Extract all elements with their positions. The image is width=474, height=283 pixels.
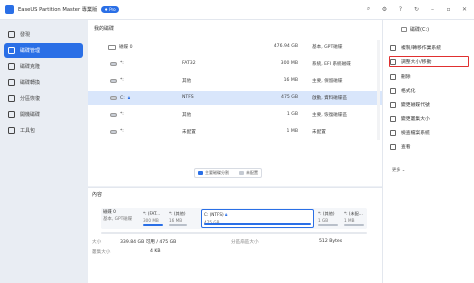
minimize-icon[interactable]: – <box>429 5 436 13</box>
migrate-icon <box>390 44 396 51</box>
segment-fat32[interactable]: *: (FAT... 300 MB <box>141 209 165 228</box>
lock-icon: 🔒︎ <box>224 213 228 218</box>
partition-icon <box>110 96 117 100</box>
action-migrate-os[interactable]: 複製/轉移作業系統 <box>390 42 470 53</box>
convert-icon <box>8 79 15 86</box>
chevron-down-icon: ⌄ <box>401 167 406 172</box>
lock-icon: 🔒︎ <box>127 96 131 101</box>
sidebar-item-recovery[interactable]: 分區恢復 <box>4 91 83 106</box>
check-icon <box>390 129 396 136</box>
help-icon[interactable]: ? <box>397 5 404 13</box>
section-title: 我的磁碟 <box>94 26 115 32</box>
sidebar-item-label: 開機磁碟 <box>20 112 41 118</box>
action-change-cluster-size[interactable]: 變更叢集大小 <box>390 113 470 124</box>
recovery-icon <box>8 95 15 102</box>
legend: 主要磁碟分割 未配置 <box>194 168 262 178</box>
pro-badge[interactable]: ♦ Pro <box>101 6 119 13</box>
partition-icon <box>110 129 117 134</box>
discover-icon <box>8 31 15 38</box>
action-panel: 磁碟(C:) 複製/轉移作業系統 調整大小/移動 刪除 格式化 變更磁碟代號 變… <box>382 20 474 283</box>
legend-label: 未配置 <box>246 170 258 175</box>
gear-icon[interactable]: ⚙ <box>381 5 388 13</box>
sidebar-item-label: 工具包 <box>20 128 36 134</box>
content-panel: 內容 磁碟 0 基本, GPT磁碟 *: (FAT... 300 MB *: (其… <box>88 187 382 283</box>
disk-map: 磁碟 0 基本, GPT磁碟 *: (FAT... 300 MB *: (其他) 1… <box>101 208 367 229</box>
sidebar-item-toolkit[interactable]: 工具包 <box>4 123 83 138</box>
partition-row[interactable]: *: 其他 16 MB 主要, 保留磁碟 <box>88 74 382 88</box>
sidebar-item-bootable[interactable]: 開機磁碟 <box>4 107 83 122</box>
disk-map-label: 磁碟 0 基本, GPT磁碟 <box>103 210 133 222</box>
segment-unallocated[interactable]: *: (未配... 1 MB <box>342 209 366 228</box>
resize-icon <box>390 58 396 65</box>
segment-reserved[interactable]: *: (其他) 16 MB <box>167 209 189 228</box>
sidebar: 發現 磁碟管理 磁碟克隆 磁碟轉換 分區恢復 開機磁碟 工具包 <box>0 20 88 283</box>
sidebar-item-discover[interactable]: 發現 <box>4 27 83 42</box>
segment-c-drive[interactable]: C: (NTFS) 🔒︎ 475 GB <box>201 209 314 228</box>
clone-icon <box>8 63 15 70</box>
content-title: 內容 <box>92 192 103 198</box>
refresh-icon[interactable]: ↻ <box>413 5 420 13</box>
partition-row[interactable]: *: 未配置 1 MB 未配置 <box>88 125 382 139</box>
partition-icon <box>110 112 117 117</box>
action-format[interactable]: 格式化 <box>390 85 470 96</box>
format-icon <box>390 87 396 94</box>
more-button[interactable]: 更多 ⌄ <box>392 167 405 173</box>
segment-recovery[interactable]: *: (其他) 1 GB <box>316 209 340 228</box>
legend-swatch <box>198 171 203 175</box>
sidebar-item-label: 磁碟管理 <box>20 48 41 54</box>
toolkit-icon <box>8 127 15 134</box>
disk-list-panel: 我的磁碟 磁碟 0 476.94 GB 基本, GPT磁碟 *: FAT32 3… <box>88 20 382 186</box>
sector-value: 512 Bytes <box>319 239 343 244</box>
action-view[interactable]: 查看 <box>390 141 470 152</box>
sector-label: 分區扇區大小 <box>231 240 259 245</box>
partition-icon <box>110 78 117 83</box>
action-resize-move[interactable]: 調整大小/移動 <box>389 56 469 67</box>
sidebar-item-convert[interactable]: 磁碟轉換 <box>4 75 83 90</box>
search-icon[interactable]: ⌕ <box>365 5 372 13</box>
action-delete[interactable]: 刪除 <box>390 71 470 82</box>
view-icon <box>390 143 396 150</box>
sidebar-item-clone[interactable]: 磁碟克隆 <box>4 59 83 74</box>
disk-icon <box>108 44 116 50</box>
maximize-icon[interactable]: ▫ <box>445 5 452 13</box>
sidebar-item-label: 磁碟轉換 <box>20 80 41 86</box>
disk-icon <box>401 27 407 32</box>
partition-row[interactable]: *: 其他 1 GB 主要, 恢復磁碟區 <box>88 108 382 122</box>
app-logo-icon <box>5 5 14 14</box>
cluster-label: 叢集大小 <box>92 250 111 255</box>
scrollbar[interactable] <box>101 232 367 234</box>
cluster-size-icon <box>390 115 396 122</box>
drive-letter-icon <box>390 101 396 108</box>
sidebar-item-label: 發現 <box>20 32 31 38</box>
partition-icon <box>110 61 117 66</box>
bootable-icon <box>8 111 15 118</box>
title-bar: EaseUS Partition Master 專業版 ♦ Pro ⌕ ⚙ ? ↻… <box>0 0 474 20</box>
legend-label: 主要磁碟分割 <box>205 170 229 175</box>
disk-row[interactable]: 磁碟 0 476.94 GB 基本, GPT磁碟 <box>88 40 382 54</box>
scrollbar[interactable] <box>377 40 380 140</box>
sidebar-item-disk-manager[interactable]: 磁碟管理 <box>4 43 83 58</box>
partition-row-selected[interactable]: C: 🔒︎ NTFS 475 GB 啟動, 資料磁碟區 <box>88 91 382 105</box>
legend-swatch <box>239 171 244 175</box>
sidebar-item-label: 分區恢復 <box>20 96 41 102</box>
delete-icon <box>390 73 396 80</box>
action-change-drive-letter[interactable]: 變更磁碟代號 <box>390 99 470 110</box>
action-panel-title: 磁碟(C:) <box>401 26 429 33</box>
partition-row[interactable]: *: FAT32 300 MB 系統, EFI 系統磁碟 <box>88 57 382 71</box>
size-label: 大小 <box>92 240 102 245</box>
close-icon[interactable]: ✕ <box>461 5 468 13</box>
disk-manager-icon <box>8 47 15 54</box>
action-check-file-system[interactable]: 檢查檔案系統 <box>390 127 470 138</box>
app-title: EaseUS Partition Master 專業版 <box>18 7 98 13</box>
size-value: 339.84 GB 可用 / 475 GB <box>120 240 177 245</box>
cluster-value: 4 KB <box>150 249 161 254</box>
sidebar-item-label: 磁碟克隆 <box>20 64 41 70</box>
